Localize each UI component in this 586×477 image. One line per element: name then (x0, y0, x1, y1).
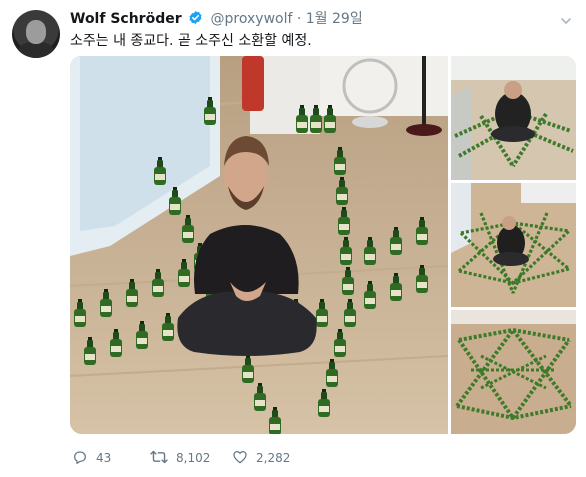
reply-icon (72, 449, 88, 468)
photo-middle-right[interactable] (451, 183, 576, 307)
tweet-date[interactable]: 1월 29일 (306, 11, 363, 27)
photo-top-right-illustration (451, 56, 576, 180)
like-button[interactable]: 2,282 (232, 446, 290, 470)
photo-bottom-right-illustration (451, 310, 576, 434)
display-name[interactable]: Wolf Schröder (70, 11, 182, 27)
media-grid (70, 56, 576, 434)
tweet-header: Wolf Schröder @proxywolf · 1월 29일 (70, 10, 363, 30)
chevron-down-icon[interactable] (560, 12, 572, 31)
heart-icon (232, 449, 248, 468)
retweet-button[interactable]: 8,102 (150, 446, 210, 470)
verified-badge-icon (188, 10, 203, 30)
like-count: 2,282 (256, 451, 291, 465)
reply-button[interactable]: 43 (72, 446, 111, 470)
tweet-card: Wolf Schröder @proxywolf · 1월 29일 소주는 내 … (0, 0, 586, 477)
photo-top-right[interactable] (451, 56, 576, 180)
tweet-text: 소주는 내 종교다. 곧 소주신 소환할 예정. (70, 33, 312, 49)
reply-count: 43 (96, 451, 112, 465)
avatar[interactable] (12, 10, 60, 58)
retweet-count: 8,102 (176, 451, 211, 465)
photo-main-illustration (70, 56, 449, 434)
avatar-face (26, 20, 46, 44)
retweet-icon (150, 449, 168, 468)
avatar-body (18, 42, 54, 58)
photo-middle-right-illustration (451, 183, 576, 307)
user-handle[interactable]: @proxywolf (211, 11, 293, 27)
header-separator: · (296, 11, 302, 27)
photo-bottom-right[interactable] (451, 310, 576, 434)
photo-main[interactable] (70, 56, 449, 434)
